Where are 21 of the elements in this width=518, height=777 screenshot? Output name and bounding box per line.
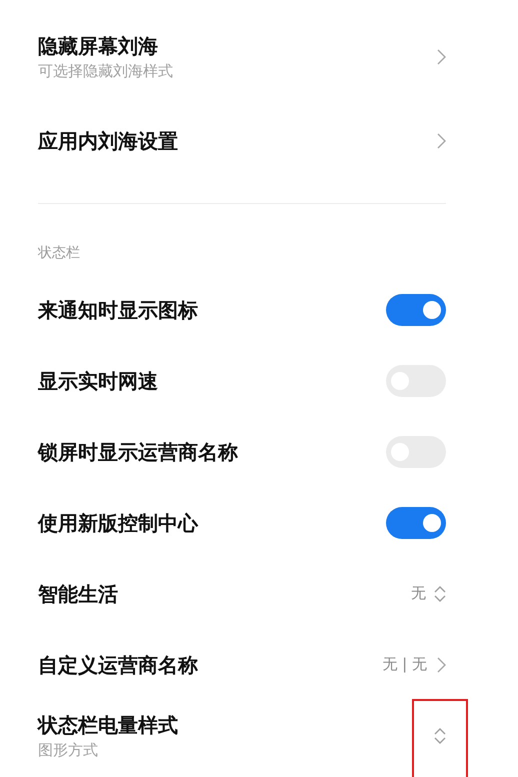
setting-value: 无 | 无 bbox=[382, 654, 427, 676]
up-down-chevron-icon bbox=[434, 584, 446, 602]
setting-title[interactable]: 自定义运营商名称 bbox=[38, 650, 198, 678]
setting-title[interactable]: 锁屏时显示运营商名称 bbox=[38, 438, 238, 466]
toggle-switch[interactable] bbox=[386, 294, 446, 326]
setting-subtitle: 可选择隐藏刘海样式 bbox=[38, 61, 173, 82]
toggle-switch[interactable] bbox=[386, 506, 446, 538]
setting-title[interactable]: 应用内刘海设置 bbox=[38, 127, 178, 155]
setting-subtitle: 图形方式 bbox=[38, 740, 99, 760]
up-down-chevron-icon bbox=[434, 726, 446, 744]
section-header: 状态栏 bbox=[38, 244, 80, 263]
setting-value: 无 bbox=[411, 583, 426, 604]
setting-title[interactable]: 隐藏屏幕刘海 bbox=[38, 32, 173, 60]
setting-title[interactable]: 使用新版控制中心 bbox=[38, 508, 198, 536]
setting-title[interactable]: 智能生活 bbox=[38, 580, 118, 608]
chevron-right-icon bbox=[437, 656, 446, 672]
chevron-right-icon bbox=[437, 133, 446, 149]
setting-title[interactable]: 来通知时显示图标 bbox=[38, 296, 198, 324]
setting-title[interactable]: 状态栏电量样式 bbox=[38, 710, 178, 738]
setting-title[interactable]: 显示实时网速 bbox=[38, 366, 158, 394]
chevron-right-icon bbox=[437, 49, 446, 65]
